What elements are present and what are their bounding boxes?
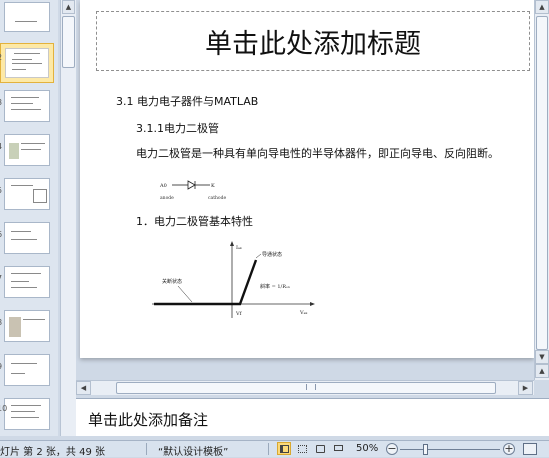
thumbnail-scrollbar[interactable]: ▲ xyxy=(60,0,76,436)
vf-label: Vf xyxy=(235,311,243,317)
slope-label: 斜率 = 1/Rₒₙ xyxy=(260,283,290,290)
status-separator xyxy=(146,443,147,455)
thumbnail-number: 4 xyxy=(0,142,2,151)
x-axis-label: Vₐₖ xyxy=(299,310,308,316)
diode-label-anode: anode xyxy=(160,195,174,201)
thumbnail-number: 3 xyxy=(0,98,2,107)
slide-thumbnail-9[interactable] xyxy=(4,354,50,386)
status-separator xyxy=(268,443,269,455)
thumbnail-number: 8 xyxy=(0,318,2,327)
scrollbar-thumb[interactable] xyxy=(62,16,75,68)
slide-edit-area: 单击此处添加标题 3.1 电力电子器件与MATLAB 3.1.1电力二极管 电力… xyxy=(76,0,549,380)
thumbnail-number: 5 xyxy=(0,186,2,195)
fit-to-window-icon[interactable] xyxy=(523,443,537,455)
slideshow-view-button[interactable] xyxy=(331,442,345,455)
diode-label-k: K xyxy=(211,183,215,189)
zoom-level[interactable]: 50% xyxy=(356,443,378,454)
scroll-up-arrow-icon[interactable]: ▲ xyxy=(535,0,549,14)
slide-thumbnail-4[interactable] xyxy=(4,134,50,166)
slide-thumbnail-3[interactable] xyxy=(4,90,50,122)
section-heading[interactable]: 3.1 电力电子器件与MATLAB xyxy=(116,93,258,109)
thumbnail-number: 9 xyxy=(0,362,2,371)
theme-name-status[interactable]: “默认设计模板” xyxy=(158,443,228,458)
zoom-slider-track[interactable] xyxy=(400,449,500,450)
slide-thumbnail-10[interactable] xyxy=(4,398,50,430)
scroll-up-arrow-icon[interactable]: ▲ xyxy=(62,0,75,14)
diode-label-a: A0 xyxy=(159,183,167,189)
list-item[interactable]: 1．电力二极管基本特性 xyxy=(136,213,253,229)
title-placeholder[interactable]: 单击此处添加标题 xyxy=(96,11,530,71)
thumbnail-number: 2 xyxy=(0,53,2,62)
body-text[interactable]: 电力二极管是一种具有单向导电性的半导体器件，即正向导电、反向阻断。 xyxy=(136,145,499,161)
thumbnail-number: 7 xyxy=(0,274,2,283)
slide-sorter-icon xyxy=(298,445,307,453)
off-state-label: 关断状态 xyxy=(162,278,182,285)
normal-view-button[interactable] xyxy=(277,442,291,455)
zoom-in-button[interactable]: + xyxy=(503,443,515,455)
scroll-left-arrow-icon[interactable]: ◀ xyxy=(76,381,91,395)
notes-placeholder[interactable]: 单击此处添加备注 xyxy=(88,409,208,430)
notes-pane[interactable]: 单击此处添加备注 xyxy=(76,398,549,436)
slide-count-status: 幻灯片 第 2 张，共 49 张 xyxy=(0,447,105,458)
scrollbar-grip-icon xyxy=(306,384,316,390)
y-axis-label: Iₐₖ xyxy=(236,245,242,251)
slide-thumbnail-pane: 2 3 4 5 6 7 8 9 10 xyxy=(0,0,58,436)
thumbnail-number: 10 xyxy=(0,404,8,413)
subsection-heading[interactable]: 3.1.1电力二极管 xyxy=(136,120,219,136)
scroll-right-arrow-icon[interactable]: ▶ xyxy=(518,381,533,395)
slide-thumbnail-6[interactable] xyxy=(4,222,50,254)
normal-view-icon xyxy=(280,445,289,453)
diode-symbol-figure[interactable]: A0 K anode cathode xyxy=(158,175,238,205)
scroll-down-arrow-icon[interactable]: ▼ xyxy=(535,350,549,364)
slide-thumbnail-8[interactable] xyxy=(4,310,50,342)
reading-view-icon xyxy=(316,445,325,453)
slide-thumbnail-2[interactable] xyxy=(0,43,54,83)
diode-label-cathode: cathode xyxy=(208,195,226,201)
slide-horizontal-scrollbar[interactable]: ◀ ▶ xyxy=(76,380,534,395)
thumbnail-number: 6 xyxy=(0,230,2,239)
scrollbar-thumb[interactable] xyxy=(536,16,548,350)
slide-thumbnail-1[interactable] xyxy=(4,2,50,32)
slide-canvas[interactable]: 单击此处添加标题 3.1 电力电子器件与MATLAB 3.1.1电力二极管 电力… xyxy=(80,0,534,358)
slide-sorter-view-button[interactable] xyxy=(295,442,309,455)
slide-thumbnail-5[interactable] xyxy=(4,178,50,210)
status-bar: 幻灯片 第 2 张，共 49 张 “默认设计模板” 50% − + xyxy=(0,440,549,458)
on-state-label: 导通状态 xyxy=(262,251,282,258)
zoom-out-button[interactable]: − xyxy=(386,443,398,455)
slideshow-icon xyxy=(334,445,343,451)
reading-view-button[interactable] xyxy=(313,442,327,455)
diode-iv-curve-figure[interactable]: Iₐₖ Vₐₖ 导通状态 关断状态 斜率 = 1/Rₒₙ Vf xyxy=(152,236,322,326)
slide-thumbnail-7[interactable] xyxy=(4,266,50,298)
slide-vertical-scrollbar[interactable]: ▲ ▼ ▲ xyxy=(534,0,549,380)
diode-triangle-icon xyxy=(187,180,196,190)
previous-slide-icon[interactable]: ▲ xyxy=(535,364,549,378)
zoom-slider-handle[interactable] xyxy=(423,444,428,455)
